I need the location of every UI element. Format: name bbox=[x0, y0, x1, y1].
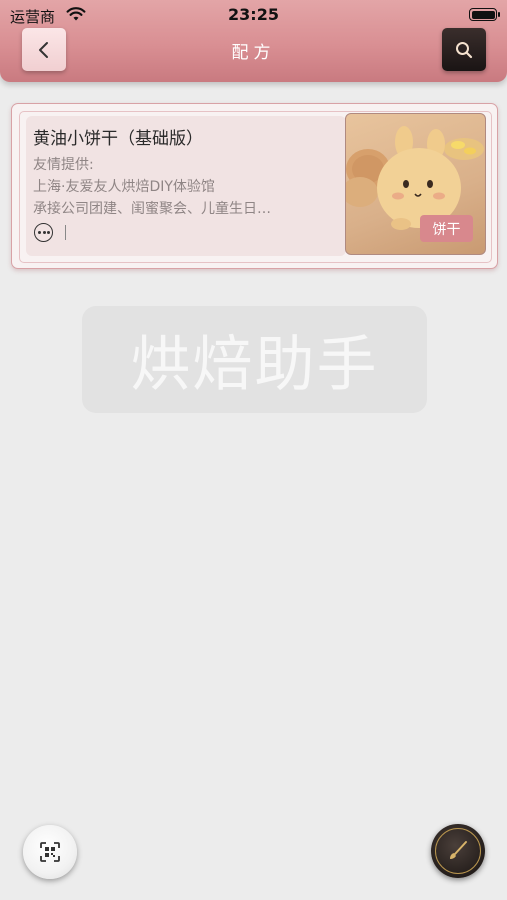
divider bbox=[65, 225, 66, 240]
page-title: 配方 bbox=[231, 43, 276, 63]
scan-button[interactable] bbox=[23, 825, 77, 879]
search-button[interactable] bbox=[442, 28, 486, 71]
status-bar: 运营商 23:25 bbox=[0, 0, 507, 28]
recipe-provider-name: 上海·友爱友人烘焙DIY体验馆 bbox=[33, 179, 215, 195]
recipe-description: 承接公司团建、闺蜜聚会、儿童生日… bbox=[33, 201, 271, 217]
category-tag: 饼干 bbox=[420, 215, 473, 242]
more-icon[interactable] bbox=[34, 223, 53, 242]
battery-icon bbox=[469, 8, 500, 21]
edit-recipe-button[interactable] bbox=[431, 824, 485, 878]
scan-icon bbox=[40, 842, 60, 862]
search-icon bbox=[456, 41, 473, 58]
recipe-provider-label: 友情提供: bbox=[33, 157, 94, 173]
recipe-title: 黄油小饼干（基础版） bbox=[33, 129, 203, 149]
watermark-logo: 烘焙助手 bbox=[82, 306, 427, 413]
clock: 23:25 bbox=[228, 5, 279, 24]
nav-header: 运营商 23:25 配方 bbox=[0, 0, 507, 82]
